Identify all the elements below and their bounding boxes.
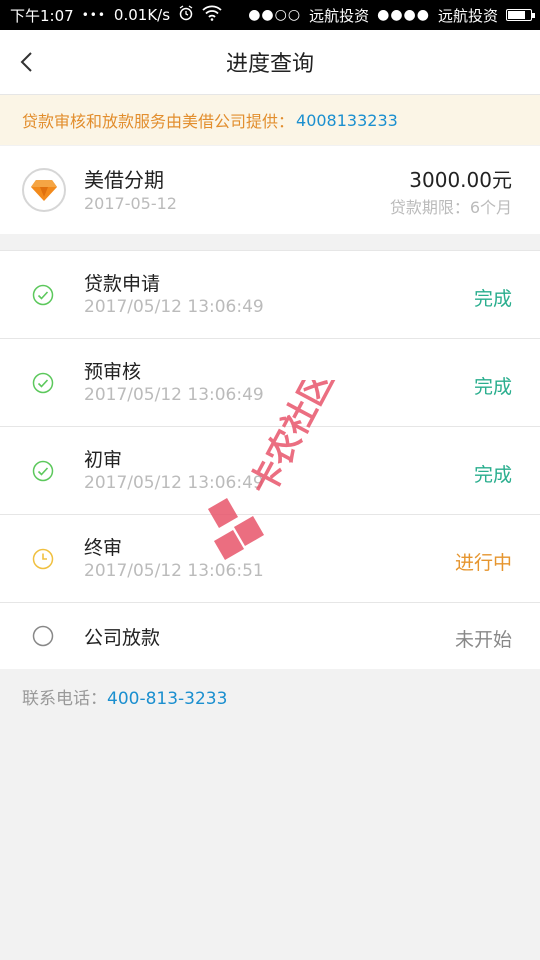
carrier-2: 远航投资 bbox=[437, 6, 498, 25]
notice-banner: 贷款审核和放款服务由美借公司提供： 4008133233 bbox=[0, 95, 540, 145]
step-name: 预审核 bbox=[84, 361, 142, 383]
progress-list: 贷款申请 2017/05/12 13:06:49 完成 预审核 2017/05/… bbox=[0, 250, 540, 669]
status-time: 下午1:07 bbox=[10, 6, 74, 25]
step-name: 公司放款 bbox=[84, 627, 161, 649]
progress-step: 终审 2017/05/12 13:06:51 进行中 bbox=[0, 515, 540, 603]
check-circle-icon bbox=[32, 460, 54, 482]
step-name: 初审 bbox=[84, 449, 123, 471]
loan-date: 2017-05-12 bbox=[84, 194, 177, 213]
notice-text: 贷款审核和放款服务由美借公司提供： bbox=[22, 112, 295, 131]
contact-phone-link[interactable]: 400-813-3233 bbox=[107, 689, 227, 709]
step-status: 完成 bbox=[473, 464, 512, 486]
clock-icon bbox=[32, 548, 54, 570]
battery-icon bbox=[506, 9, 535, 21]
step-status: 完成 bbox=[473, 288, 512, 310]
status-right: ●●○○ 远航投资 ●●●● 远航投资 bbox=[248, 5, 535, 26]
progress-step: 贷款申请 2017/05/12 13:06:49 完成 bbox=[0, 251, 540, 339]
step-status: 进行中 bbox=[454, 552, 512, 574]
step-time: 2017/05/12 13:06:49 bbox=[84, 385, 264, 405]
check-circle-icon bbox=[32, 372, 54, 394]
progress-step: 初审 2017/05/12 13:06:49 完成 bbox=[0, 427, 540, 515]
check-circle-icon bbox=[32, 284, 54, 306]
loan-summary-card: 美借分期 2017-05-12 3000.00元 贷款期限：6个月 bbox=[0, 146, 540, 234]
loan-amount: 3000.00元 bbox=[409, 168, 512, 192]
step-time: 2017/05/12 13:06:49 bbox=[84, 473, 264, 493]
status-dots: ••• bbox=[81, 8, 106, 22]
loan-term: 贷款期限：6个月 bbox=[389, 198, 512, 217]
loan-product-name: 美借分期 bbox=[84, 168, 164, 192]
step-status: 未开始 bbox=[454, 629, 512, 651]
status-left: 下午1:07 ••• 0.01K/s bbox=[10, 5, 222, 26]
status-bar: 下午1:07 ••• 0.01K/s ●●○○ 远航投资 ●●●● 远航投资 bbox=[0, 0, 540, 30]
step-name: 终审 bbox=[84, 537, 123, 559]
carrier-1: 远航投资 bbox=[309, 6, 370, 25]
signal-strength-2: ●●●● bbox=[377, 7, 430, 23]
signal-strength-1: ●●○○ bbox=[248, 7, 302, 23]
page-title: 进度查询 bbox=[225, 52, 314, 77]
step-time: 2017/05/12 13:06:51 bbox=[84, 561, 264, 581]
contact-line: 联系电话：400-813-3233 bbox=[22, 684, 227, 709]
network-speed: 0.01K/s bbox=[113, 6, 171, 24]
step-status: 完成 bbox=[473, 376, 512, 398]
alarm-icon bbox=[178, 5, 194, 25]
progress-step: 预审核 2017/05/12 13:06:49 完成 bbox=[0, 339, 540, 427]
loan-logo bbox=[22, 168, 66, 212]
progress-step: 公司放款 未开始 bbox=[0, 603, 540, 669]
title-bar: 进度查询 bbox=[0, 30, 540, 95]
empty-circle-icon bbox=[32, 625, 54, 647]
diamond-icon bbox=[31, 180, 57, 201]
back-arrow-icon[interactable] bbox=[16, 50, 40, 74]
contact-label: 联系电话： bbox=[22, 689, 107, 709]
wifi-icon bbox=[202, 5, 222, 25]
step-name: 贷款申请 bbox=[84, 273, 161, 295]
notice-phone-link[interactable]: 4008133233 bbox=[296, 111, 398, 130]
step-time: 2017/05/12 13:06:49 bbox=[84, 297, 264, 317]
